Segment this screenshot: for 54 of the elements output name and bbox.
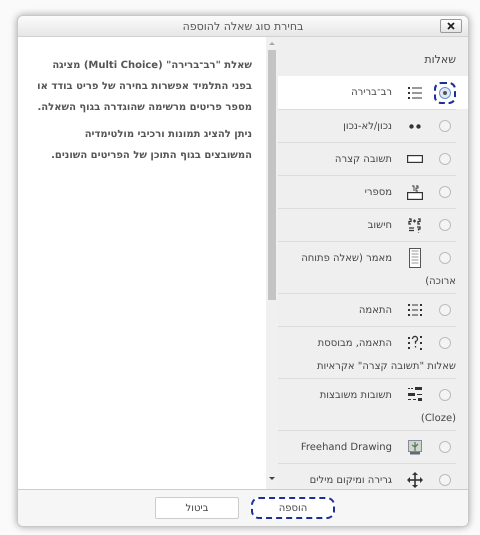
radio-button[interactable]	[439, 304, 451, 316]
radio-button[interactable]	[439, 441, 451, 453]
dialog-button[interactable]: ביטול	[155, 497, 239, 519]
question-type-item[interactable]: תשובה קצרה	[278, 142, 456, 175]
match-icon	[408, 303, 422, 317]
question-type-item[interactable]: חישוב	[278, 208, 456, 241]
item-label: מספרי	[364, 186, 392, 198]
item-label: שאלות "תשובה קצרה" אקראיות	[316, 360, 457, 374]
text-box-icon	[407, 155, 423, 163]
radio-button[interactable]	[439, 120, 451, 132]
radio-button[interactable]	[439, 86, 451, 98]
scroll-bar[interactable]	[266, 37, 278, 489]
item-label: נכון/לא-נכון	[343, 120, 392, 132]
question-type-item[interactable]: תשובות משובצות	[278, 378, 456, 411]
radio-button[interactable]	[439, 337, 451, 349]
blocks-icon	[408, 387, 422, 403]
question-type-item[interactable]: התאמה, מבוססת	[278, 326, 456, 359]
dots-icon	[409, 124, 421, 128]
close-icon	[447, 22, 455, 30]
move-arrows-icon	[407, 472, 423, 488]
item-label: ארוכה)	[424, 275, 457, 289]
radio-button[interactable]	[439, 474, 451, 486]
item-label: רב־ברירה	[351, 87, 392, 98]
item-label: מאמר (שאלה פתוחה	[301, 252, 392, 264]
drawing-pad-icon	[408, 440, 422, 454]
dialog-title: בחירת סוג שאלה להוספה	[182, 20, 304, 32]
question-type-item[interactable]: Freehand Drawing	[278, 430, 456, 463]
item-label: תשובה קצרה	[334, 154, 392, 164]
item-label: (Cloze)	[420, 412, 457, 426]
question-type-item[interactable]: התאמה	[278, 293, 456, 326]
item-label: גרירה ומיקום מילים	[310, 474, 392, 486]
dialog-button[interactable]: הוספה	[251, 497, 335, 519]
question-type-item[interactable]: מספרי	[278, 175, 456, 208]
item-label: התאמה, מבוססת	[318, 338, 392, 348]
section-heading: שאלות	[423, 52, 457, 68]
radio-button[interactable]	[439, 219, 451, 231]
document-icon	[409, 248, 421, 268]
item-label: תשובות משובצות	[320, 390, 392, 400]
question-type-item[interactable]: רב־ברירה	[278, 76, 468, 109]
item-label: התאמה	[358, 304, 392, 316]
match-question-icon	[408, 335, 422, 351]
question-type-item[interactable]: מאמר (שאלה פתוחה	[278, 241, 456, 274]
list-icon	[408, 86, 422, 100]
close-button[interactable]	[440, 19, 462, 33]
description-text: שאלת "רב־ברירה" (Multi Choice) מציגה בפני התלמיד אפשרות בחירה של פריט בודד או מספר פריטים מרשימה שהוגדרה בגוף השאלה.	[36, 59, 252, 115]
radio-button[interactable]	[439, 153, 451, 165]
item-label: חישוב	[368, 220, 392, 230]
radio-button[interactable]	[439, 389, 451, 401]
radio-button[interactable]	[439, 252, 451, 264]
formula-icon	[408, 217, 422, 233]
item-label: Freehand Drawing	[300, 442, 392, 452]
number-box-icon	[407, 184, 423, 200]
radio-button[interactable]	[439, 186, 451, 198]
description-text: ניתן להציג תמונות ורכיבי מולטימדיה המשובצים בגוף התוכן של הפריטים השונים.	[50, 128, 252, 163]
